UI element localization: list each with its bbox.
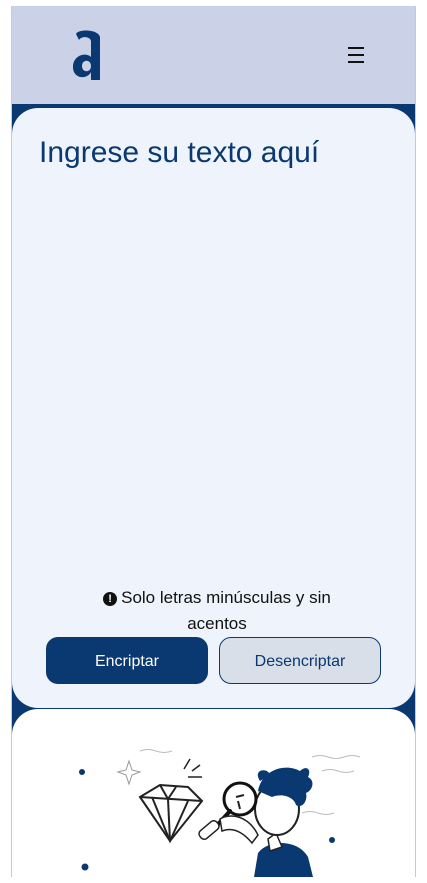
input-hint: ! Solo letras minúsculas y sin acentos (72, 585, 362, 637)
exclamation-circle-icon: ! (103, 592, 118, 606)
decrypt-button[interactable]: Desencriptar (219, 637, 381, 684)
text-input[interactable] (39, 136, 389, 566)
person-with-magnifying-glass-illustration (79, 749, 361, 877)
app-frame: !Solo letras minúsculas y sin acentos En… (11, 6, 416, 877)
output-card (12, 709, 415, 877)
alura-logo-icon[interactable] (69, 28, 107, 82)
header (12, 6, 415, 104)
input-card: !Solo letras minúsculas y sin acentos En… (12, 108, 415, 708)
input-hint-text: Solo letras minúsculas y sin acentos (121, 588, 331, 633)
encrypt-button[interactable]: Encriptar (46, 637, 208, 684)
hamburger-menu-icon[interactable] (348, 45, 364, 65)
